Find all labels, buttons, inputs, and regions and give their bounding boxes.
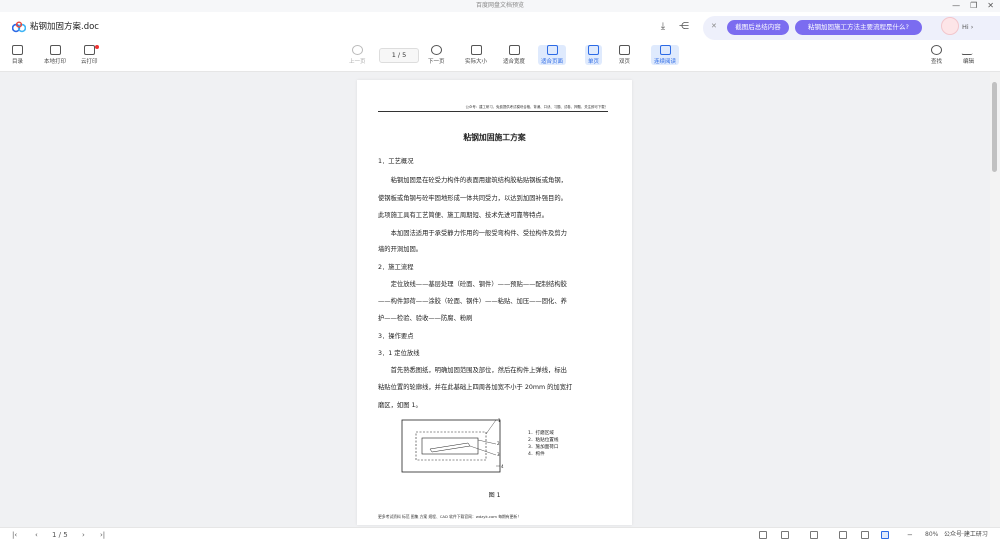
figure-legend-item: 4．构件 xyxy=(528,450,545,457)
figure-legend-item: 3．施加面荷口 xyxy=(528,443,559,450)
first-page-icon[interactable]: |‹ xyxy=(12,530,17,540)
figure-legend-item: 2．粘贴位置线 xyxy=(528,436,559,443)
figure-label: 4 xyxy=(501,464,504,469)
bottom-bar: |‹ ‹ 1 / 5 › ›| − 80% 公众号·建工研习 xyxy=(0,527,1000,541)
toc-button[interactable]: 目录 xyxy=(12,45,23,65)
next-page-button[interactable]: 下一页 xyxy=(428,45,445,65)
paragraph: 粘钢加固是在砼受力构件的表面用建筑结构胶粘贴钢板或角钢， xyxy=(378,177,567,184)
ai-chip-summarize[interactable]: 截图后总结内容 xyxy=(727,20,789,35)
paragraph: 磨区，如图 1。 xyxy=(378,402,422,409)
arrow-up-icon xyxy=(351,45,363,55)
vertical-scrollbar[interactable] xyxy=(990,72,1000,527)
toc-icon xyxy=(12,45,23,55)
pencil-icon xyxy=(961,45,976,55)
paragraph: 3．操作要点 xyxy=(378,333,414,340)
reader-toolbar: 目录 本地打印 云打印 上一页 下一页 实际大小 适合宽度 适合页面 单页 双页… xyxy=(0,42,1000,72)
page-header-text: 公众号：建工研习，免费提供考试模块合格、背诵、口诀、习题、试卷、押题，关注即可下… xyxy=(465,105,608,109)
cloud-printer-icon xyxy=(83,45,95,55)
continuous-read-button[interactable]: 连续阅读 xyxy=(651,45,680,65)
page-header-rule xyxy=(378,111,608,112)
close-ai-bar-icon[interactable]: ✕ xyxy=(711,22,717,30)
document-page: 公众号：建工研习，免费提供考试模块合格、背诵、口诀、习题、试卷、押题，关注即可下… xyxy=(357,80,632,525)
paragraph: 本加固法适用于承受静力作用的一般受弯构件、受拉构件及剪力 xyxy=(378,230,567,237)
figure-legend-item: 1．打磨区域 xyxy=(528,429,554,436)
figure-caption: 图 1 xyxy=(488,492,501,499)
double-page-view-icon[interactable] xyxy=(781,531,789,539)
fit-width-view-icon[interactable] xyxy=(861,531,869,539)
baidu-netdisk-logo-icon xyxy=(12,21,26,33)
edit-button[interactable]: 编辑 xyxy=(961,45,976,65)
paragraph: 3．1 定位放线 xyxy=(378,350,420,357)
arrow-down-icon xyxy=(430,45,442,55)
printer-icon xyxy=(49,45,61,55)
double-page-icon xyxy=(619,45,630,55)
paragraph: 使钢板或角钢与砼牢固地形成一体共同受力，以达到加固补强目的。 xyxy=(378,195,567,202)
fit-page-view-icon[interactable] xyxy=(881,531,889,539)
page-indicator-input[interactable]: 1 / 5 xyxy=(379,48,419,63)
restore-icon[interactable]: ❐ xyxy=(970,0,977,12)
single-page-icon xyxy=(588,45,599,55)
fit-page-button[interactable]: 适合页面 xyxy=(538,45,567,65)
paragraph: 首先熟悉图纸，明确加固范围及部位，然后在构件上弹线，标出 xyxy=(378,367,567,374)
prev-page-button[interactable]: 上一页 xyxy=(349,45,366,65)
figure-1-drawing: 1 2 3 4 1．打磨区域 2．粘贴位置线 3．施加面荷口 4．构件 xyxy=(401,418,559,473)
figure-label: 2 xyxy=(497,441,500,446)
paragraph: 2．施工流程 xyxy=(378,264,414,271)
ai-chip-question[interactable]: 粘钢加固施工方法主要流程是什么? xyxy=(795,20,922,35)
single-page-view-icon[interactable] xyxy=(759,531,767,539)
single-page-button[interactable]: 单页 xyxy=(585,45,603,65)
scrollbar-thumb[interactable] xyxy=(992,82,997,172)
download-icon[interactable]: ⤓ xyxy=(656,20,670,34)
double-page-button[interactable]: 双页 xyxy=(619,45,630,65)
figure-1: 1 2 3 4 1．打磨区域 2．粘贴位置线 3．施加面荷口 4．构件 xyxy=(398,416,598,480)
local-print-button[interactable]: 本地打印 xyxy=(44,45,66,65)
minimize-icon[interactable]: — xyxy=(952,0,960,12)
fit-width-button[interactable]: 适合宽度 xyxy=(503,45,525,65)
figure-label: 3 xyxy=(497,452,500,457)
actual-size-icon xyxy=(470,45,482,55)
paragraph: ——构件卸荷——涂胶（砼面、钢件）——粘贴、加压——固化、养 xyxy=(378,298,567,305)
prev-page-icon[interactable]: ‹ xyxy=(35,530,38,540)
document-filename: 粘钢加固方案.doc xyxy=(30,22,99,32)
bottom-page-indicator[interactable]: 1 / 5 xyxy=(52,530,68,540)
window-title-bar: 百度网盘文档预览 — ❐ ✕ xyxy=(0,0,1000,12)
paragraph: 墙的开洞加固。 xyxy=(378,246,423,253)
search-button[interactable]: 查找 xyxy=(931,45,942,65)
fit-width-icon xyxy=(508,45,520,55)
figure-label: 1 xyxy=(498,418,501,423)
continuous-view-icon[interactable] xyxy=(810,531,818,539)
ai-assistant-avatar[interactable] xyxy=(941,17,959,35)
document-title: 粘钢加固施工方案 xyxy=(463,133,526,142)
close-icon[interactable]: ✕ xyxy=(987,0,994,12)
notification-dot xyxy=(95,45,99,49)
share-icon[interactable]: ⋲ xyxy=(677,20,691,34)
watermark-text: 公众号·建工研习 xyxy=(944,531,988,538)
next-page-icon[interactable]: › xyxy=(82,530,85,540)
continuous-read-icon xyxy=(659,45,671,55)
paragraph: 此项施工具有工艺简便、施工周期短、技术先进可靠等特点。 xyxy=(378,212,549,219)
last-page-icon[interactable]: ›| xyxy=(100,530,105,540)
search-icon xyxy=(931,45,942,55)
window-title: 百度网盘文档预览 xyxy=(475,2,524,9)
paragraph: 定位放线——基层处理（砼面、钢件）——预贴——配制结构胶 xyxy=(378,281,567,288)
window-controls: — ❐ ✕ xyxy=(952,0,994,12)
ai-greeting[interactable]: Hi › xyxy=(962,23,973,31)
paragraph: 护——检验、验收——防腐、粉刷 xyxy=(378,315,473,322)
zoom-level[interactable]: 80% xyxy=(925,530,938,540)
zoom-out-icon[interactable]: − xyxy=(907,530,913,540)
fit-page-icon xyxy=(546,45,558,55)
actual-size-button[interactable]: 实际大小 xyxy=(465,45,487,65)
page-footer-text: 更多考试资料 标范 图集 方案 规程、CAD 软件下载官网：wdzyk.com … xyxy=(378,514,521,519)
paragraph: 1．工艺概况 xyxy=(378,158,414,165)
paragraph: 粘贴位置的轮廓线，并在此基础上四周各加宽不小于 20mm 的加宽打 xyxy=(378,384,573,391)
actual-size-view-icon[interactable] xyxy=(839,531,847,539)
